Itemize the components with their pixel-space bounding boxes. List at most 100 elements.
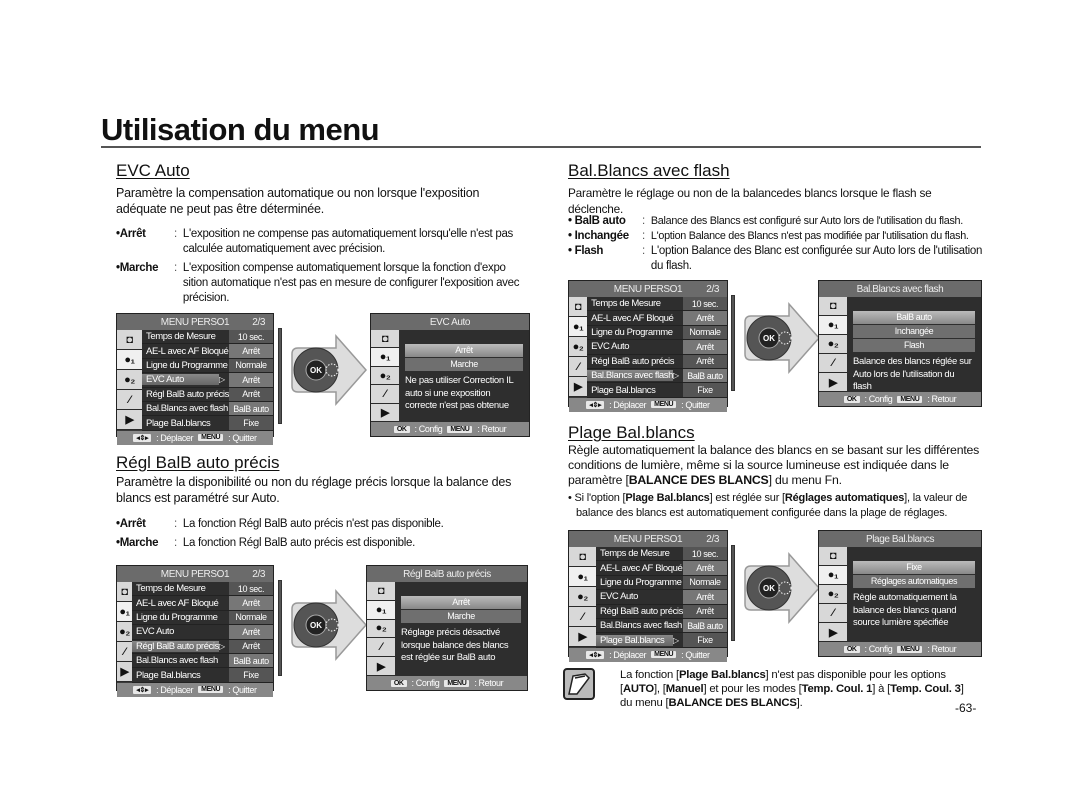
menu-item[interactable]: Ligne du Programme Normale <box>142 358 273 374</box>
menu-key-icon: MENU <box>447 425 473 433</box>
tab-user1-icon[interactable]: ●₁ <box>117 602 133 622</box>
tab-camera-icon[interactable]: ◘ <box>117 330 143 350</box>
menu-item[interactable]: Temps de Mesure 10 sec. <box>142 330 273 345</box>
submenu-option[interactable]: Flash <box>853 339 975 352</box>
menu-item[interactable]: AE-L avec AF Bloqué Arrêt <box>587 311 727 326</box>
menu-item[interactable]: Temps de Mesure 10 sec. <box>596 547 727 562</box>
tab-wrench-icon[interactable]: ⁄ <box>117 390 143 410</box>
menu-item-label: Temps de Mesure <box>146 331 216 343</box>
tab-user2-icon[interactable]: ●₂ <box>569 587 597 607</box>
tab-wrench-icon[interactable]: ⁄ <box>117 642 133 662</box>
menu-item[interactable]: Temps de Mesure 10 sec. <box>132 582 273 597</box>
scrollbar[interactable] <box>731 545 735 641</box>
tab-camera-icon[interactable]: ◘ <box>569 547 597 567</box>
tab-user2-icon[interactable]: ●₂ <box>117 622 133 642</box>
tab-camera-icon[interactable]: ◘ <box>569 297 588 317</box>
tab-play-icon[interactable]: ▶ <box>819 373 847 392</box>
tab-wrench-icon[interactable]: ⁄ <box>367 638 395 658</box>
menu-item[interactable]: Bal.Blancs avec flash ▷ BalB auto <box>587 368 727 384</box>
tab-user2-icon[interactable]: ●₂ <box>569 337 588 357</box>
menu-item[interactable]: Régl BalB auto précis Arrêt <box>587 354 727 369</box>
tab-user1-icon[interactable]: ●₁ <box>371 348 399 367</box>
tab-camera-icon[interactable]: ◘ <box>371 330 399 349</box>
submenu-option[interactable]: Fixe <box>853 561 975 574</box>
tab-wrench-icon[interactable]: ⁄ <box>819 354 847 373</box>
tab-camera-icon[interactable]: ◘ <box>117 582 133 602</box>
tab-user1-icon[interactable]: ●₁ <box>117 350 143 370</box>
submenu-option[interactable]: BalB auto <box>853 311 975 324</box>
menu-item-value: BalB auto <box>683 618 727 633</box>
scrollbar[interactable] <box>278 328 282 424</box>
menu-item[interactable]: Ligne du Programme Normale <box>587 325 727 341</box>
tab-play-icon[interactable]: ▶ <box>819 623 847 642</box>
submenu-option[interactable]: Arrêt <box>405 344 523 357</box>
footer-back-label: : Retour <box>477 424 507 434</box>
scrollbar[interactable] <box>278 580 282 676</box>
tab-camera-icon[interactable]: ◘ <box>819 547 847 566</box>
menu-item[interactable]: Ligne du Programme Normale <box>132 610 273 626</box>
tab-user1-icon[interactable]: ●₁ <box>819 566 847 585</box>
submenu-option[interactable]: Réglages automatiques <box>853 575 975 588</box>
tab-user2-icon[interactable]: ●₂ <box>367 619 395 639</box>
scrollbar[interactable] <box>731 295 735 391</box>
menu-item[interactable]: Bal.Blancs avec flash BalB auto <box>142 401 273 417</box>
tab-play-icon[interactable]: ▶ <box>569 377 588 397</box>
tab-wrench-icon[interactable]: ⁄ <box>371 385 399 404</box>
tab-camera-icon[interactable]: ◘ <box>367 582 395 601</box>
tab-user2-icon[interactable]: ●₂ <box>819 585 847 604</box>
tab-play-icon[interactable]: ▶ <box>367 657 395 676</box>
menu-item[interactable]: EVC Auto Arrêt <box>587 340 727 355</box>
menu-item[interactable]: Régl BalB auto précis Arrêt <box>596 604 727 619</box>
tab-user1-icon[interactable]: ●₁ <box>569 567 597 587</box>
menu-header: MENU PERSO1 2/3 <box>569 281 727 297</box>
footer-back-label: : Retour <box>927 644 957 654</box>
submenu-option[interactable]: Arrêt <box>401 596 521 609</box>
menu-item[interactable]: AE-L avec AF Bloqué Arrêt <box>142 344 273 359</box>
menu-item[interactable]: Plage Bal.blancs ▷ Fixe <box>596 633 727 648</box>
tab-wrench-icon[interactable]: ⁄ <box>569 357 588 377</box>
user2-icon: ●₂ <box>375 622 387 635</box>
tab-user2-icon[interactable]: ●₂ <box>371 366 399 386</box>
menu-item[interactable]: Plage Bal.blancs Fixe <box>142 416 273 431</box>
menu-item[interactable]: Bal.Blancs avec flash BalB auto <box>596 618 727 634</box>
menu-item[interactable]: EVC Auto Arrêt <box>132 625 273 640</box>
submenu-option[interactable]: Marche <box>401 610 521 623</box>
menu-item[interactable]: Régl BalB auto précis Arrêt <box>142 387 273 402</box>
tab-wrench-icon[interactable]: ⁄ <box>569 607 597 627</box>
intro-bold: BALANCE DES BLANCS <box>628 473 769 487</box>
tab-user1-icon[interactable]: ●₁ <box>569 317 588 337</box>
menu-item[interactable]: Plage Bal.blancs Fixe <box>132 668 273 683</box>
menu-item[interactable]: Plage Bal.blancs Fixe <box>587 383 727 398</box>
tab-user1-icon[interactable]: ●₁ <box>367 600 395 620</box>
menu-item[interactable]: Ligne du Programme Normale <box>596 575 727 591</box>
menu-item[interactable]: EVC Auto Arrêt <box>596 590 727 605</box>
menu-item[interactable]: Régl BalB auto précis ▷ Arrêt <box>132 639 273 654</box>
menu-footer: ◂⇕▸: Déplacer MENU: Quitter <box>569 397 727 412</box>
tab-play-icon[interactable]: ▶ <box>371 403 399 423</box>
bullet-key: •Arrêt <box>116 518 146 530</box>
submenu-option[interactable]: Inchangée <box>853 325 975 338</box>
submenu-description: Balance des blancs réglée sur Auto lors … <box>853 356 972 392</box>
submenu-option[interactable]: Marche <box>405 358 523 371</box>
tab-user1-icon[interactable]: ●₁ <box>819 316 847 335</box>
user1-icon: ●₁ <box>119 605 130 618</box>
tab-play-icon[interactable]: ▶ <box>117 410 143 430</box>
tab-user2-icon[interactable]: ●₂ <box>819 335 847 354</box>
user2-icon: ●₂ <box>119 625 130 638</box>
tab-camera-icon[interactable]: ◘ <box>819 297 847 316</box>
menu-item[interactable]: AE-L avec AF Bloqué Arrêt <box>596 561 727 576</box>
menu-item[interactable]: EVC Auto ▷ Arrêt <box>142 373 273 388</box>
menu-item[interactable]: Temps de Mesure 10 sec. <box>587 297 727 312</box>
tab-wrench-icon[interactable]: ⁄ <box>819 604 847 623</box>
menu-key-icon: MENU <box>198 434 224 442</box>
tab-play-icon[interactable]: ▶ <box>569 627 597 647</box>
menu-item[interactable]: Bal.Blancs avec flash BalB auto <box>132 653 273 669</box>
tab-user2-icon[interactable]: ●₂ <box>117 370 143 390</box>
tab-play-icon[interactable]: ▶ <box>117 662 133 682</box>
note-bold: Manuel <box>665 683 704 695</box>
menu-item-label: Ligne du Programme <box>136 611 218 623</box>
wrench-icon: ⁄ <box>380 641 382 654</box>
footer-quit-label: : Quitter <box>228 432 257 443</box>
menu-item[interactable]: AE-L avec AF Bloqué Arrêt <box>132 596 273 611</box>
menu-item-label: Temps de Mesure <box>600 548 670 560</box>
